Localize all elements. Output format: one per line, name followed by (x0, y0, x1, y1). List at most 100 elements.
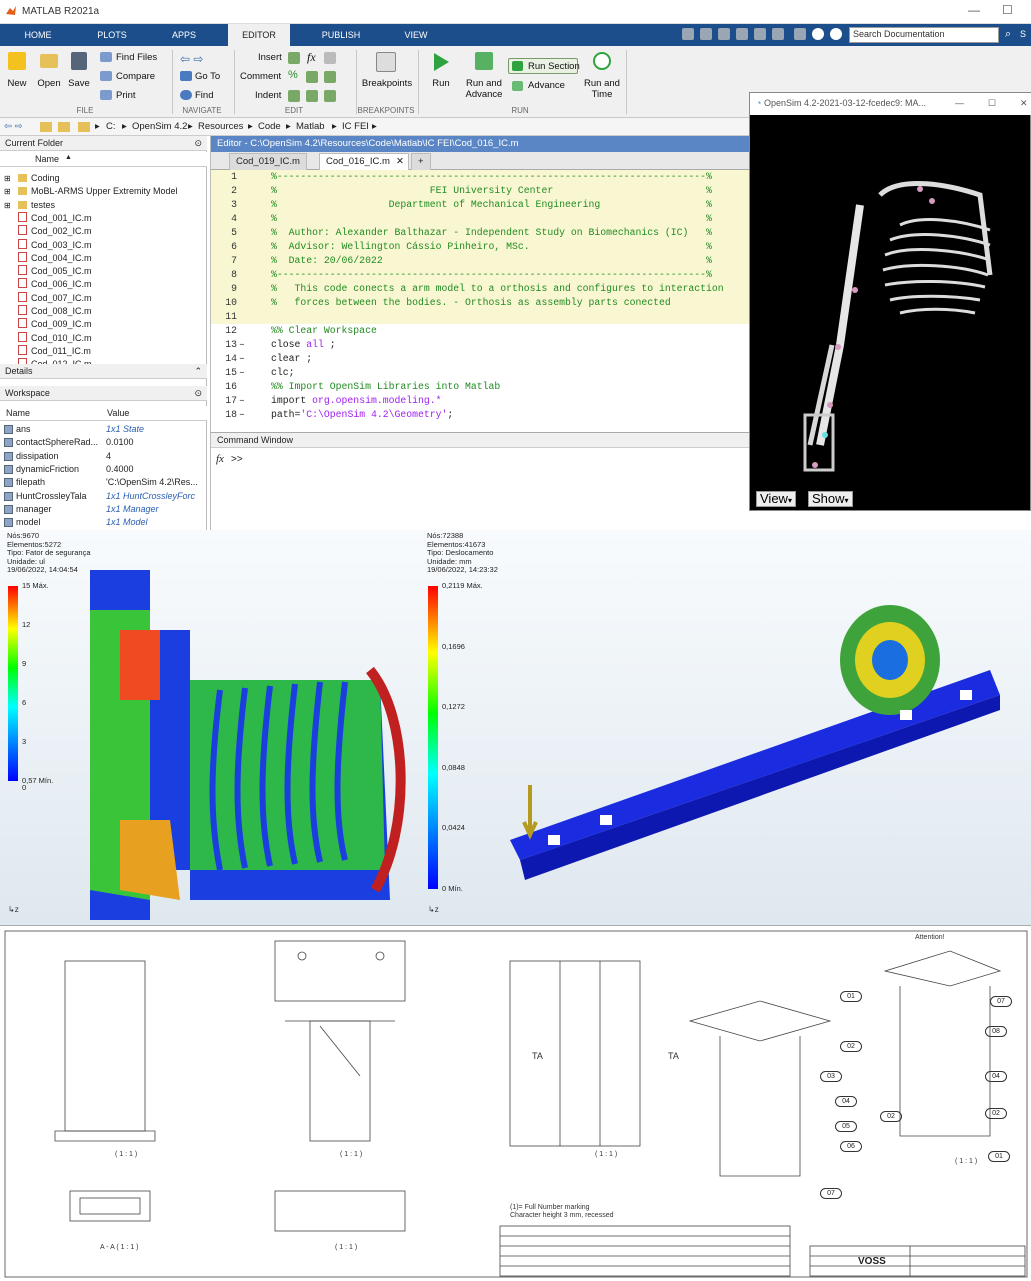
view-menu-button[interactable]: View▾ (756, 491, 796, 507)
workspace-row[interactable]: dissipation 4 (0, 450, 205, 463)
current-folder-header[interactable]: Current Folder ⊙ (0, 136, 207, 151)
file-item[interactable]: Cod_003_IC.m (18, 238, 92, 252)
breakpoints-button[interactable]: Breakpoints (360, 78, 414, 89)
indent-button[interactable]: Indent (255, 90, 281, 101)
tab-cod-019[interactable]: Cod_019_IC.m (229, 153, 307, 170)
breakpoint-marker[interactable]: – (239, 394, 245, 408)
line-number[interactable]: 9 (215, 282, 237, 296)
line-number[interactable]: 11 (215, 310, 237, 324)
code-line[interactable]: 2 % FEI University Center % (211, 184, 751, 198)
maximize-icon[interactable]: ☐ (988, 98, 996, 109)
tab-home[interactable]: HOME (12, 24, 64, 46)
command-prompt[interactable]: >> (231, 454, 243, 465)
line-number[interactable]: 13 (215, 338, 237, 352)
print-button[interactable]: Print (116, 90, 136, 101)
breakpoint-marker[interactable]: – (239, 338, 245, 352)
breadcrumb-resources[interactable]: Resources (198, 121, 243, 132)
file-item[interactable]: Cod_005_IC.m (18, 265, 92, 278)
workspace-row[interactable]: contactSphereRad... 0.0100 (0, 436, 205, 449)
search-icon[interactable]: ⌕ (1005, 28, 1011, 41)
line-number[interactable]: 10 (215, 296, 237, 310)
code-line[interactable]: 18– path='C:\OpenSim 4.2\Geometry'; (211, 408, 751, 422)
file-item[interactable]: Cod_002_IC.m (18, 225, 92, 238)
decrease-indent-icon[interactable] (324, 90, 336, 102)
line-number[interactable]: 15 (215, 366, 237, 380)
run-icon[interactable] (432, 52, 450, 72)
breadcrumb-code[interactable]: Code (258, 121, 281, 132)
code-line[interactable]: 17– import org.opensim.modeling.* (211, 394, 751, 408)
tab-plots[interactable]: PLOTS (86, 24, 138, 46)
line-number[interactable]: 4 (215, 212, 237, 226)
folder-column-header[interactable]: Name ▲ (0, 152, 207, 167)
code-line[interactable]: 11 (211, 310, 751, 324)
collapse-icon[interactable]: ⌃ (194, 366, 202, 377)
breadcrumb-icfei[interactable]: IC FEI (342, 121, 369, 132)
tab-apps[interactable]: APPS (160, 24, 208, 46)
comment-button[interactable]: Comment (240, 71, 281, 82)
folder-item[interactable]: MoBL-ARMS Upper Extremity Model ⊞ (4, 185, 178, 198)
maximize-icon[interactable]: ☐ (1002, 3, 1013, 17)
line-number[interactable]: 18 (215, 408, 237, 422)
arm-skeleton-view[interactable] (750, 115, 1031, 487)
breadcrumb-matlab[interactable]: Matlab (296, 121, 325, 132)
minimize-icon[interactable]: — (955, 98, 964, 108)
advance-button[interactable]: Advance (528, 80, 565, 91)
breadcrumb-opensim[interactable]: OpenSim 4.2 (132, 121, 187, 132)
paste-quick-icon[interactable] (736, 28, 748, 40)
tab-view[interactable]: VIEW (392, 24, 440, 46)
line-number[interactable]: 17 (215, 394, 237, 408)
workspace-row[interactable]: dynamicFriction 0.4000 (0, 463, 205, 476)
search-documentation-input[interactable]: Search Documentation (849, 27, 999, 43)
code-line[interactable]: 1 %--------------------------------------… (211, 170, 751, 184)
save-quick-icon[interactable] (682, 28, 694, 40)
fx-icon[interactable]: fx (216, 453, 224, 465)
panel-menu-icon[interactable]: ⊙ (194, 388, 202, 399)
code-line[interactable]: 12 %% Clear Workspace (211, 324, 751, 338)
browse-icon[interactable] (58, 122, 70, 132)
line-number[interactable]: 1 (215, 170, 237, 184)
code-line[interactable]: 8 %--------------------------------------… (211, 268, 751, 282)
folder-item[interactable]: testes ⊞ (4, 199, 55, 212)
undo-quick-icon[interactable] (754, 28, 766, 40)
smart-indent-icon[interactable] (288, 90, 300, 102)
tab-publish[interactable]: PUBLISH (310, 24, 372, 46)
workspace-row[interactable]: manager 1x1 Manager (0, 503, 205, 516)
run-advance-icon[interactable] (475, 52, 493, 70)
tab-editor[interactable]: EDITOR (228, 24, 290, 46)
file-item[interactable]: Cod_001_IC.m (18, 211, 92, 225)
user-initial[interactable]: S (1020, 29, 1026, 39)
code-line[interactable]: 10 % forces between the bodies. - Orthosi… (211, 296, 751, 310)
goto-button[interactable]: Go To (195, 71, 220, 82)
nav-back-icon[interactable]: ⇦ ⇨ (4, 121, 23, 132)
compare-button[interactable]: Compare (116, 71, 155, 82)
community-icon[interactable] (830, 28, 842, 40)
details-header[interactable]: Details ⌃ (0, 364, 207, 379)
breakpoint-marker[interactable]: – (239, 408, 245, 422)
code-line[interactable]: 9 % This code conects a arm model to a or… (211, 282, 751, 296)
run-and-time-button[interactable]: Run and Time (582, 78, 622, 100)
expand-icon[interactable]: ⊞ (4, 172, 11, 185)
expand-icon[interactable]: ⊞ (4, 185, 11, 198)
show-menu-button[interactable]: Show▾ (808, 491, 853, 507)
file-item[interactable]: Cod_007_IC.m (18, 291, 92, 305)
line-number[interactable]: 12 (215, 324, 237, 338)
workspace-row[interactable]: model 1x1 Model (0, 516, 205, 529)
file-item[interactable]: Cod_010_IC.m (18, 331, 92, 345)
file-item[interactable]: Cod_009_IC.m (18, 318, 92, 331)
line-number[interactable]: 2 (215, 184, 237, 198)
code-line[interactable]: 15– clc; (211, 366, 751, 380)
help-icon[interactable] (812, 28, 824, 40)
back-forward-icon[interactable]: ⇦ ⇨ (180, 52, 203, 66)
line-number[interactable]: 7 (215, 254, 237, 268)
workspace-row[interactable]: filepath 'C:\OpenSim 4.2\Res... (0, 476, 205, 489)
increase-indent-icon[interactable] (306, 90, 318, 102)
new-button[interactable]: New (2, 78, 32, 89)
new-icon[interactable] (8, 52, 26, 70)
insert-button[interactable]: Insert (258, 52, 282, 63)
code-line[interactable]: 4 % % (211, 212, 751, 226)
code-area[interactable]: 1 %--------------------------------------… (211, 170, 751, 432)
run-button[interactable]: Run (426, 78, 456, 89)
code-line[interactable]: 16 %% Import OpenSim Libraries into Matla… (211, 380, 751, 394)
fx-menu-icon[interactable] (324, 52, 336, 64)
command-window[interactable]: Command Window fx >> (210, 432, 751, 530)
